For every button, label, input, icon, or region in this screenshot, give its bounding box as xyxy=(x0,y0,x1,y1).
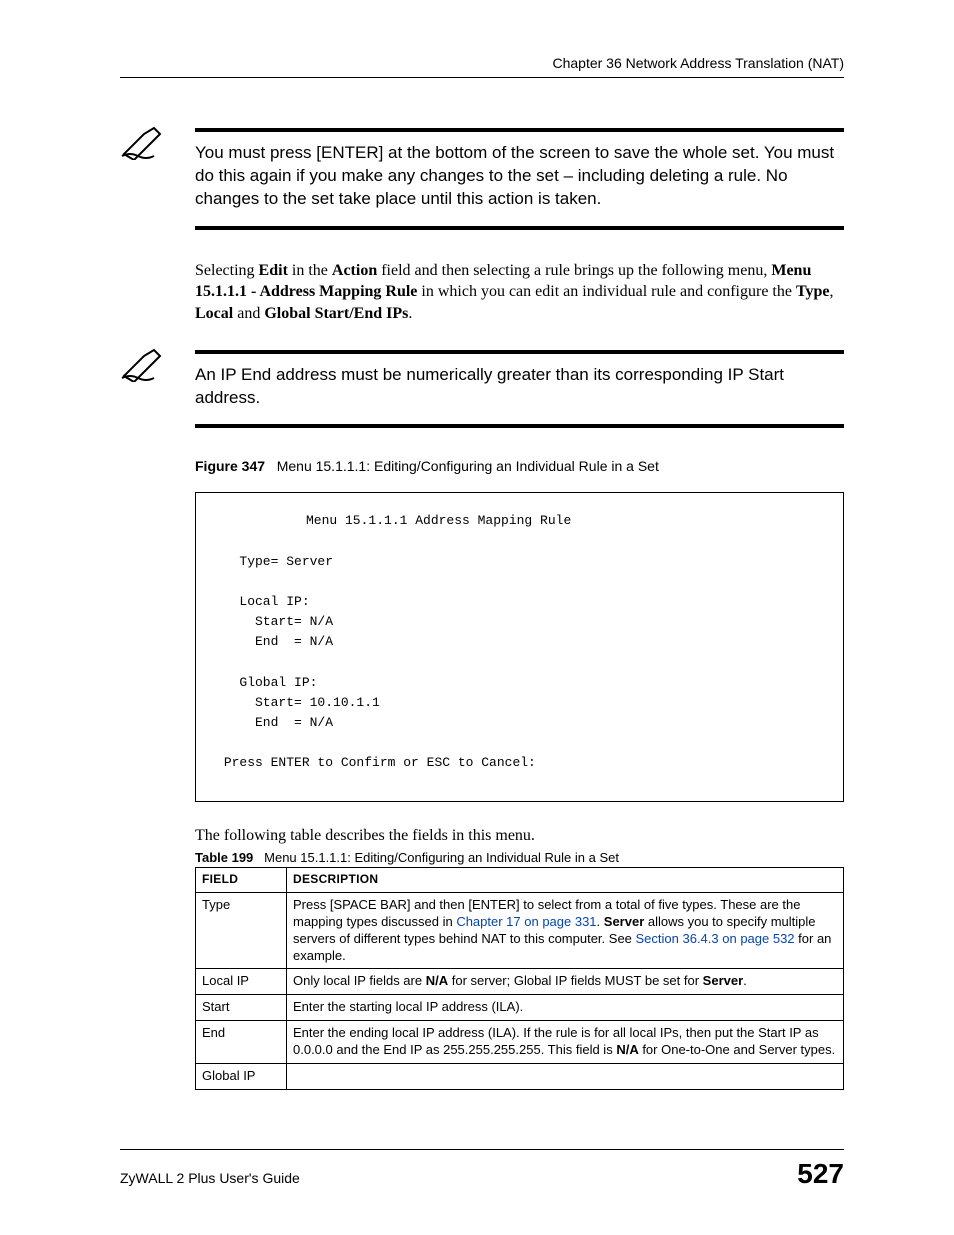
table-caption-text: Menu 15.1.1.1: Editing/Configuring an In… xyxy=(264,850,619,865)
table-row: Start Enter the starting local IP addres… xyxy=(196,995,844,1021)
text: for One-to-One and Server types. xyxy=(639,1042,836,1057)
bold-na: N/A xyxy=(426,973,448,988)
top-rule xyxy=(120,77,844,78)
page: Chapter 36 Network Address Translation (… xyxy=(0,0,954,1235)
footer-guide: ZyWALL 2 Plus User's Guide xyxy=(120,1170,300,1186)
text: in which you can edit an individual rule… xyxy=(417,283,796,300)
field-description-table: FIELD DESCRIPTION Type Press [SPACE BAR]… xyxy=(195,867,844,1090)
page-footer: ZyWALL 2 Plus User's Guide 527 xyxy=(120,1149,844,1190)
note-bottom-rule xyxy=(195,226,844,230)
note-text-1: You must press [ENTER] at the bottom of … xyxy=(195,142,844,226)
figure-text: Menu 15.1.1.1: Editing/Configuring an In… xyxy=(277,458,659,474)
terminal-line: Global IP: xyxy=(239,675,317,690)
terminal-line: Start= 10.10.1.1 xyxy=(239,695,379,710)
link-chapter-17[interactable]: Chapter 17 on page 331 xyxy=(456,914,596,929)
note-top-rule xyxy=(195,128,844,132)
bold-local: Local xyxy=(195,305,233,322)
table-row: Local IP Only local IP fields are N/A fo… xyxy=(196,969,844,995)
page-number: 527 xyxy=(797,1158,844,1190)
note-block-2: An IP End address must be numerically gr… xyxy=(120,350,844,429)
terminal-prompt: Press ENTER to Confirm or ESC to Cancel: xyxy=(224,755,536,770)
figure-caption: Figure 347 Menu 15.1.1.1: Editing/Config… xyxy=(195,458,844,474)
following-text: The following table describes the fields… xyxy=(195,827,844,845)
terminal-line: Local IP: xyxy=(239,594,309,609)
link-section-36-4-3[interactable]: Section 36.4.3 on page 532 xyxy=(636,931,795,946)
note-bottom-rule xyxy=(195,424,844,428)
terminal-window: Menu 15.1.1.1 Address Mapping Rule Type=… xyxy=(195,492,844,802)
body-paragraph-1: Selecting Edit in the Action field and t… xyxy=(195,260,844,325)
note-top-rule xyxy=(195,350,844,354)
note-pencil-icon xyxy=(120,124,170,160)
field-cell: Global IP xyxy=(196,1064,287,1090)
table-header-row: FIELD DESCRIPTION xyxy=(196,868,844,893)
table-row: Global IP xyxy=(196,1064,844,1090)
bold-server: Server xyxy=(604,914,644,929)
desc-cell: Press [SPACE BAR] and then [ENTER] to se… xyxy=(287,892,844,969)
note-text-2: An IP End address must be numerically gr… xyxy=(195,364,844,425)
text: Selecting xyxy=(195,262,259,279)
terminal-title: Menu 15.1.1.1 Address Mapping Rule xyxy=(216,511,823,531)
bold-na: N/A xyxy=(616,1042,638,1057)
terminal-line: End = N/A xyxy=(239,715,333,730)
bold-edit: Edit xyxy=(259,262,288,279)
col-description: DESCRIPTION xyxy=(287,868,844,893)
text: and xyxy=(233,305,264,322)
table-row: End Enter the ending local IP address (I… xyxy=(196,1021,844,1064)
terminal-line: Type= Server xyxy=(239,554,333,569)
desc-cell xyxy=(287,1064,844,1090)
text: in the xyxy=(288,262,332,279)
text: field and then selecting a rule brings u… xyxy=(377,262,771,279)
terminal-line: Start= N/A xyxy=(239,614,333,629)
bold-action: Action xyxy=(332,262,377,279)
text: . xyxy=(597,914,604,929)
table-label: Table 199 xyxy=(195,850,253,865)
field-cell: Type xyxy=(196,892,287,969)
field-cell: Local IP xyxy=(196,969,287,995)
desc-cell: Enter the ending local IP address (ILA).… xyxy=(287,1021,844,1064)
field-cell: End xyxy=(196,1021,287,1064)
text: for server; Global IP fields MUST be set… xyxy=(448,973,703,988)
note-block-1: You must press [ENTER] at the bottom of … xyxy=(120,128,844,230)
desc-cell: Only local IP fields are N/A for server;… xyxy=(287,969,844,995)
text: . xyxy=(408,305,412,322)
bold-global: Global Start/End IPs xyxy=(264,305,408,322)
field-cell: Start xyxy=(196,995,287,1021)
desc-cell: Enter the starting local IP address (ILA… xyxy=(287,995,844,1021)
figure-label: Figure 347 xyxy=(195,458,265,474)
bold-type: Type xyxy=(796,283,829,300)
text: , xyxy=(829,283,833,300)
terminal-line: End = N/A xyxy=(239,634,333,649)
col-field: FIELD xyxy=(196,868,287,893)
table-caption: Table 199 Menu 15.1.1.1: Editing/Configu… xyxy=(195,850,844,865)
running-head: Chapter 36 Network Address Translation (… xyxy=(120,55,844,71)
text: Only local IP fields are xyxy=(293,973,426,988)
table-row: Type Press [SPACE BAR] and then [ENTER] … xyxy=(196,892,844,969)
bold-server: Server xyxy=(703,973,743,988)
note-pencil-icon xyxy=(120,346,170,382)
text: . xyxy=(743,973,747,988)
